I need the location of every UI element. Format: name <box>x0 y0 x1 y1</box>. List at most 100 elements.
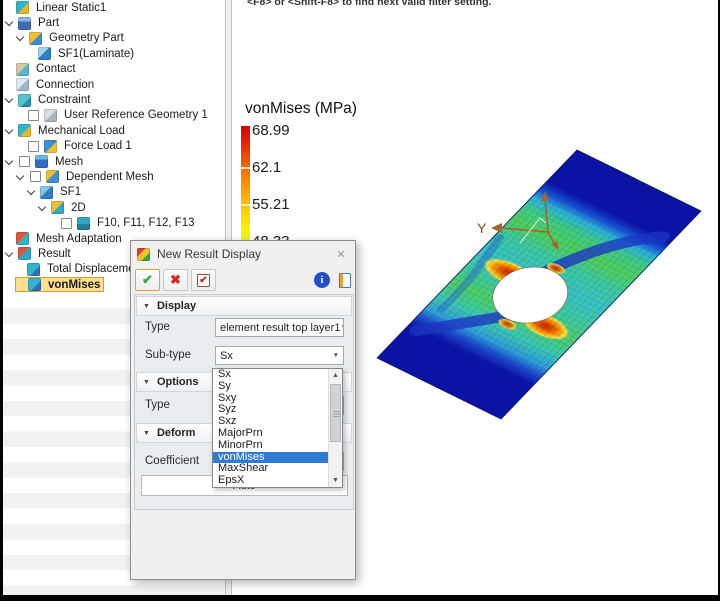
legend-value: 68.99 <box>252 121 290 139</box>
chevron-expanded-icon[interactable] <box>4 125 14 135</box>
sheet-icon <box>40 185 53 199</box>
chevron-expanded-icon[interactable] <box>4 94 14 104</box>
tree-item-contact[interactable]: Contact <box>4 62 79 77</box>
ok-button[interactable]: ✔ <box>135 269 160 291</box>
tree-item-label: vonMises <box>48 278 101 291</box>
legend-value: 62.1 <box>252 158 282 176</box>
chevron-expanded-icon[interactable] <box>4 17 14 27</box>
constraint-icon <box>18 93 31 107</box>
subtype-dropdown-list: Sx Sy Sxy Syz Sxz MajorPrn MinorPrn vonMises Max… <box>212 368 343 488</box>
checkbox[interactable] <box>30 171 41 183</box>
type-label: Type <box>145 321 170 333</box>
tree-item-force-load-1[interactable]: Force Load 1 <box>15 139 135 154</box>
section-deform-label: Deform <box>156 427 196 439</box>
checkbox[interactable] <box>28 109 39 121</box>
chevron-expanded-icon[interactable] <box>4 156 14 165</box>
checkbox[interactable] <box>28 140 39 152</box>
filter-hint-text: <F8> or <Shift-F8> to find next valid fi… <box>247 0 492 8</box>
geometry-part-icon <box>29 31 42 45</box>
tree-item-label: Mechanical Load <box>38 124 125 137</box>
tree-item-label: F10, F11, F12, F13 <box>97 217 195 230</box>
combo-arrow-icon: ▼ <box>340 324 343 331</box>
type-value: element result top layer1 <box>220 321 341 334</box>
legend-tick <box>241 167 250 169</box>
scrollbar-thumb[interactable] <box>330 384 341 442</box>
tree-item-connection[interactable]: Connection <box>4 77 97 92</box>
dropdown-scrollbar[interactable]: ▲ ▼ <box>328 369 342 487</box>
tree-item-label: Part <box>38 17 60 30</box>
dropdown-option-sx[interactable]: Sx <box>213 368 342 381</box>
legend-colorbar <box>241 126 250 244</box>
connection-icon <box>16 78 29 92</box>
dialog-titlebar[interactable]: New Result Display ✕ <box>131 241 355 267</box>
dropdown-option-minorprn[interactable]: MinorPrn <box>213 439 342 452</box>
chevron-expanded-icon[interactable] <box>4 248 14 258</box>
tree-item-label: Linear Static1 <box>36 1 107 14</box>
combo-arrow-icon: ▼ <box>332 352 339 359</box>
legend-title: vonMises (MPa) <box>245 100 357 117</box>
laminate-icon <box>38 47 51 61</box>
chevron-expanded-icon[interactable] <box>37 202 47 212</box>
tree-item-label: User Reference Geometry 1 <box>64 109 208 122</box>
tree-item-mesh[interactable]: Mesh <box>4 154 86 169</box>
tree-item-label: Mesh Adaptation <box>36 232 122 245</box>
tree-item-label: Contact <box>36 63 76 76</box>
tree-item-part[interactable]: Part <box>4 15 62 30</box>
mesh-adaptation-icon <box>16 232 29 246</box>
chevron-expanded-icon[interactable] <box>26 187 36 196</box>
collapse-arrow-icon: ▼ <box>143 429 150 437</box>
tree-item-result[interactable]: Result <box>4 246 74 261</box>
tree-item-label: SF1(Laminate) <box>58 47 135 60</box>
info-icon[interactable]: i <box>314 272 330 288</box>
vonmises-icon <box>28 278 41 292</box>
checkbox[interactable] <box>61 217 72 229</box>
dialog-toolbar: ✔ ✖ ✔ i <box>135 267 351 293</box>
tree-item-linear-static1[interactable]: Linear Static1 <box>4 0 109 15</box>
tree-item-label: Mesh <box>55 155 84 168</box>
cancel-button[interactable]: ✖ <box>163 269 188 291</box>
faces-icon <box>77 216 90 230</box>
section-display-label: Display <box>156 300 197 312</box>
contact-icon <box>16 62 29 76</box>
tree-item-label: Connection <box>36 78 95 91</box>
tree-item-mechanical-load[interactable]: Mechanical Load <box>4 123 128 138</box>
tree-item-constraint[interactable]: Constraint <box>4 92 93 107</box>
tree-item-vonmises[interactable]: vonMises <box>15 277 105 293</box>
collapse-arrow-icon: ▼ <box>143 378 150 386</box>
tree-item-2d[interactable]: 2D <box>37 200 89 215</box>
tree-item-dependent-mesh[interactable]: Dependent Mesh <box>15 169 157 184</box>
tree-item-geometry-part[interactable]: Geometry Part <box>15 31 127 46</box>
subtype-label: Sub-type <box>145 349 192 361</box>
result-icon <box>18 247 31 261</box>
preview-doc-icon[interactable] <box>339 272 351 288</box>
dialog-title: New Result Display <box>157 247 262 261</box>
chevron-expanded-icon[interactable] <box>15 171 25 181</box>
tree-item-user-reference-geometry-1[interactable]: User Reference Geometry 1 <box>15 108 211 123</box>
coefficient-label: Coefficient <box>145 455 200 467</box>
legend-value: 55.21 <box>252 196 290 214</box>
apply-button[interactable]: ✔ <box>191 269 216 291</box>
tree-item-f10-f11-f12-f13[interactable]: F10, F11, F12, F13 <box>48 215 198 230</box>
screenshot-frame: Linear Static1 Part Geometry Part SF1(Lamin… <box>0 0 720 601</box>
subtype-value: Sx <box>220 349 233 362</box>
collapse-arrow-icon: ▼ <box>143 302 150 310</box>
subtype-combobox[interactable]: Sx ▼ <box>215 346 344 365</box>
force-load-icon <box>44 139 57 153</box>
tree-item-label: 2D <box>71 201 86 214</box>
dropdown-option-sy[interactable]: Sy <box>213 380 342 393</box>
tree-item-sf1[interactable]: SF1 <box>26 185 84 200</box>
reference-geometry-icon <box>44 108 57 122</box>
checkbox[interactable] <box>19 156 30 168</box>
dropdown-option-epsx[interactable]: EpsX <box>213 474 342 487</box>
type-combobox[interactable]: element result top layer1 ▼ <box>215 318 344 337</box>
scroll-down-icon[interactable]: ▼ <box>329 474 342 487</box>
scroll-up-icon[interactable]: ▲ <box>329 369 342 382</box>
section-display[interactable]: ▼ Display <box>136 296 352 316</box>
close-icon[interactable]: ✕ <box>333 248 349 261</box>
tree-item-mesh-adaptation[interactable]: Mesh Adaptation <box>4 231 125 246</box>
tree-item-sf1-laminate[interactable]: SF1(Laminate) <box>26 46 137 61</box>
chevron-expanded-icon[interactable] <box>15 33 25 42</box>
mesh-2d-icon <box>51 201 64 215</box>
dropdown-option-majorprn[interactable]: MajorPrn <box>213 427 342 440</box>
result-display-icon <box>137 247 150 261</box>
